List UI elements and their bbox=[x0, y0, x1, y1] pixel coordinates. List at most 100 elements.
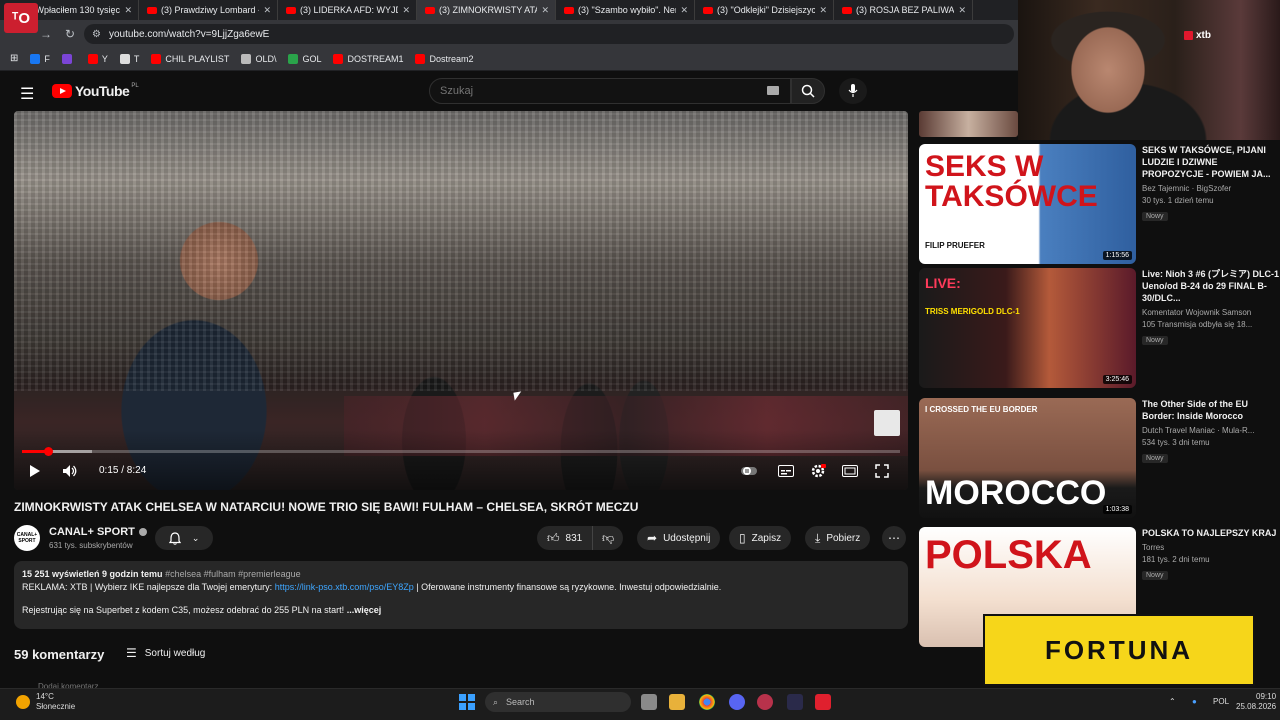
recommendation-thumbnail-partial[interactable] bbox=[919, 111, 1018, 137]
browser-tab[interactable]: (3) ROSJA BEZ PALIWA, P✕ bbox=[834, 0, 973, 20]
discord-icon[interactable] bbox=[729, 694, 745, 710]
bookmark-item[interactable]: GOL bbox=[288, 53, 321, 64]
subscriber-count: 631 tys. subskrybentów bbox=[49, 541, 133, 550]
bookmark-item[interactable]: F bbox=[30, 53, 50, 64]
system-tray[interactable]: ⌃ ● POL bbox=[1169, 697, 1229, 706]
play-button[interactable] bbox=[26, 462, 44, 480]
new-badge: Nowy bbox=[1142, 571, 1168, 580]
video-duration: 3:25:46 bbox=[1102, 375, 1132, 384]
settings-button[interactable] bbox=[809, 462, 827, 480]
recommendation-channel[interactable]: Komentator Wojownik Samson bbox=[1142, 308, 1280, 317]
bookmark-item[interactable]: OLD\ bbox=[241, 53, 276, 64]
keyboard-icon[interactable] bbox=[767, 86, 779, 95]
new-badge: Nowy bbox=[1142, 212, 1168, 221]
recommendation-channel[interactable]: Torres bbox=[1142, 543, 1280, 552]
close-icon[interactable]: ✕ bbox=[263, 5, 271, 16]
chrome-icon[interactable] bbox=[699, 694, 715, 710]
volume-button[interactable] bbox=[60, 462, 80, 480]
recommendation-thumbnail[interactable]: MOROCCO I CROSSED THE EU BORDER 1:03:38 bbox=[919, 398, 1136, 518]
recommendation-item[interactable]: SEKS W TAKSÓWCE FILIP PRUEFER 1:15:56 SEKS … bbox=[919, 144, 1280, 266]
tab-title: (3) "Odklejki" Dzisiejszych bbox=[717, 5, 816, 15]
save-button[interactable]: ▯ Zapisz bbox=[729, 526, 792, 550]
recommendation-title[interactable]: The Other Side of the EU Border: Inside … bbox=[1142, 398, 1280, 422]
close-icon[interactable]: ✕ bbox=[124, 5, 132, 16]
more-horizontal-icon: ⋯ bbox=[888, 531, 900, 545]
recommendation-title[interactable]: POLSKA TO NAJLEPSZY KRAJ bbox=[1142, 527, 1280, 539]
close-icon[interactable]: ✕ bbox=[680, 5, 688, 16]
theater-mode-button[interactable] bbox=[841, 463, 859, 479]
search-button[interactable] bbox=[791, 78, 825, 104]
close-icon[interactable]: ✕ bbox=[958, 5, 966, 16]
youtube-favicon-icon bbox=[425, 6, 435, 14]
forward-icon[interactable]: → bbox=[36, 27, 56, 41]
youtube-logo[interactable]: YouTube PL bbox=[52, 83, 139, 99]
address-bar[interactable]: ⚙ youtube.com/watch?v=9LjjZga6ewE bbox=[84, 24, 1014, 44]
bookmark-item[interactable]: CHIL PLAYLIST bbox=[151, 53, 229, 64]
browser-tab[interactable]: (3) "Szambo wybiło". Ner ✕ bbox=[556, 0, 695, 20]
taskbar-search[interactable]: ⌕ Search bbox=[485, 692, 631, 712]
language-indicator[interactable]: POL bbox=[1213, 697, 1229, 706]
sort-comments-button[interactable]: ☰ Sortuj według bbox=[126, 646, 205, 660]
recommendation-title[interactable]: Live: Nioh 3 #6 (プレミア) DLC-1 Ueno/od B-2… bbox=[1142, 268, 1280, 304]
subtitles-button[interactable] bbox=[777, 463, 795, 479]
close-icon[interactable]: ✕ bbox=[541, 5, 549, 16]
reload-icon[interactable]: ↻ bbox=[60, 27, 80, 41]
file-explorer-icon[interactable] bbox=[669, 694, 685, 710]
recommendation-thumbnail[interactable]: LIVE: TRISS MERIGOLD DLC-1 3:25:46 bbox=[919, 268, 1136, 388]
recommendation-stats: 30 tys. 1 dzień temu bbox=[1142, 196, 1214, 205]
apps-icon[interactable]: ⊞ bbox=[10, 53, 18, 64]
recommendation-item[interactable]: LIVE: TRISS MERIGOLD DLC-1 3:25:46 Live: Ni… bbox=[919, 268, 1280, 390]
recommendation-channel[interactable]: Bez Tajemnic · BigSzofer bbox=[1142, 184, 1280, 193]
recommendation-thumbnail[interactable]: SEKS W TAKSÓWCE FILIP PRUEFER 1:15:56 bbox=[919, 144, 1136, 264]
bookmark-item[interactable]: DOSTREAM1 bbox=[333, 53, 403, 64]
bookmark-item[interactable]: Dostream2 bbox=[415, 53, 474, 64]
bookmark-item[interactable]: T bbox=[119, 53, 139, 64]
show-more-link[interactable]: ...więcej bbox=[347, 605, 382, 615]
search-box[interactable] bbox=[429, 78, 791, 104]
app-icon[interactable] bbox=[757, 694, 773, 710]
channel-avatar[interactable]: CANAL+ SPORT bbox=[14, 525, 40, 551]
bookmarks-bar: ⊞ F Y T CHIL PLAYLIST OLD\ GOL DOSTREAM1 Dostre… bbox=[0, 47, 1018, 71]
subscription-bell-button[interactable]: ⌄ bbox=[155, 526, 213, 550]
ad-link[interactable]: https://link-pso.xtb.com/pso/EY8Zp bbox=[275, 582, 414, 592]
autoplay-toggle[interactable] bbox=[741, 463, 757, 479]
clock[interactable]: 09:10 25.08.2026 bbox=[1236, 692, 1276, 712]
search-input[interactable] bbox=[440, 85, 760, 97]
dislike-button[interactable]: 👎︎ bbox=[593, 526, 623, 550]
start-button[interactable] bbox=[459, 694, 475, 710]
browser-tab[interactable]: (3) LIDERKA AFD: WYJDZIE ✕ bbox=[278, 0, 417, 20]
bookmark-item[interactable] bbox=[61, 53, 76, 64]
close-icon[interactable]: ✕ bbox=[402, 5, 410, 16]
bookmark-favicon-icon bbox=[151, 53, 162, 64]
bookmark-favicon-icon bbox=[288, 53, 299, 64]
recommendation-title[interactable]: SEKS W TAKSÓWCE, PIJANI LUDZIE I DZIWNE … bbox=[1142, 144, 1280, 180]
browser-tab[interactable]: (3) ZIMNOKRWISTY ATAK ✕ bbox=[417, 0, 556, 20]
browser-tab[interactable]: (3) Prawdziwy Lombard - ✕ bbox=[139, 0, 278, 20]
bookmark-item[interactable]: Y bbox=[87, 53, 108, 64]
weather-widget[interactable]: 14°C Słonecznie bbox=[16, 692, 75, 712]
download-button[interactable]: ⤓ Pobierz bbox=[805, 526, 871, 550]
channel-watermark[interactable] bbox=[874, 410, 900, 436]
video-player[interactable] bbox=[14, 111, 908, 490]
hashtags[interactable]: #chelsea #fulham #premierleague bbox=[165, 569, 301, 579]
more-actions-button[interactable]: ⋯ bbox=[882, 526, 906, 550]
channel-name[interactable]: CANAL+ SPORT bbox=[49, 526, 147, 538]
bookmark-favicon-icon bbox=[30, 53, 41, 64]
share-button[interactable]: ➦ Udostępnij bbox=[637, 526, 721, 550]
progress-bar[interactable] bbox=[22, 450, 900, 453]
browser-tab[interactable]: (3) "Odklejki" Dzisiejszych ✕ bbox=[695, 0, 834, 20]
time-display: 0:15 / 8:24 bbox=[99, 465, 147, 476]
recommendation-item[interactable]: MOROCCO I CROSSED THE EU BORDER 1:03:38 The… bbox=[919, 398, 1280, 520]
recommendation-channel[interactable]: Dutch Travel Maniac · Mula-R... bbox=[1142, 426, 1280, 435]
sparkle-app-icon[interactable] bbox=[787, 694, 803, 710]
recording-app-icon[interactable] bbox=[815, 694, 831, 710]
close-icon[interactable]: ✕ bbox=[819, 5, 827, 16]
site-settings-icon[interactable]: ⚙ bbox=[92, 29, 101, 40]
like-button[interactable]: 👍︎ 831 bbox=[537, 526, 594, 550]
tab-strip: (3) Wpłaciłem 130 tysięcy ✕ (3) Prawdziwy … bbox=[0, 0, 1018, 20]
description-box[interactable]: 15 251 wyświetleń 9 godzin temu #chelsea… bbox=[14, 561, 908, 629]
voice-search-button[interactable] bbox=[839, 78, 867, 104]
task-view-icon[interactable] bbox=[641, 694, 657, 710]
fullscreen-button[interactable] bbox=[873, 463, 891, 479]
hamburger-menu-icon[interactable]: ☰ bbox=[20, 84, 34, 104]
